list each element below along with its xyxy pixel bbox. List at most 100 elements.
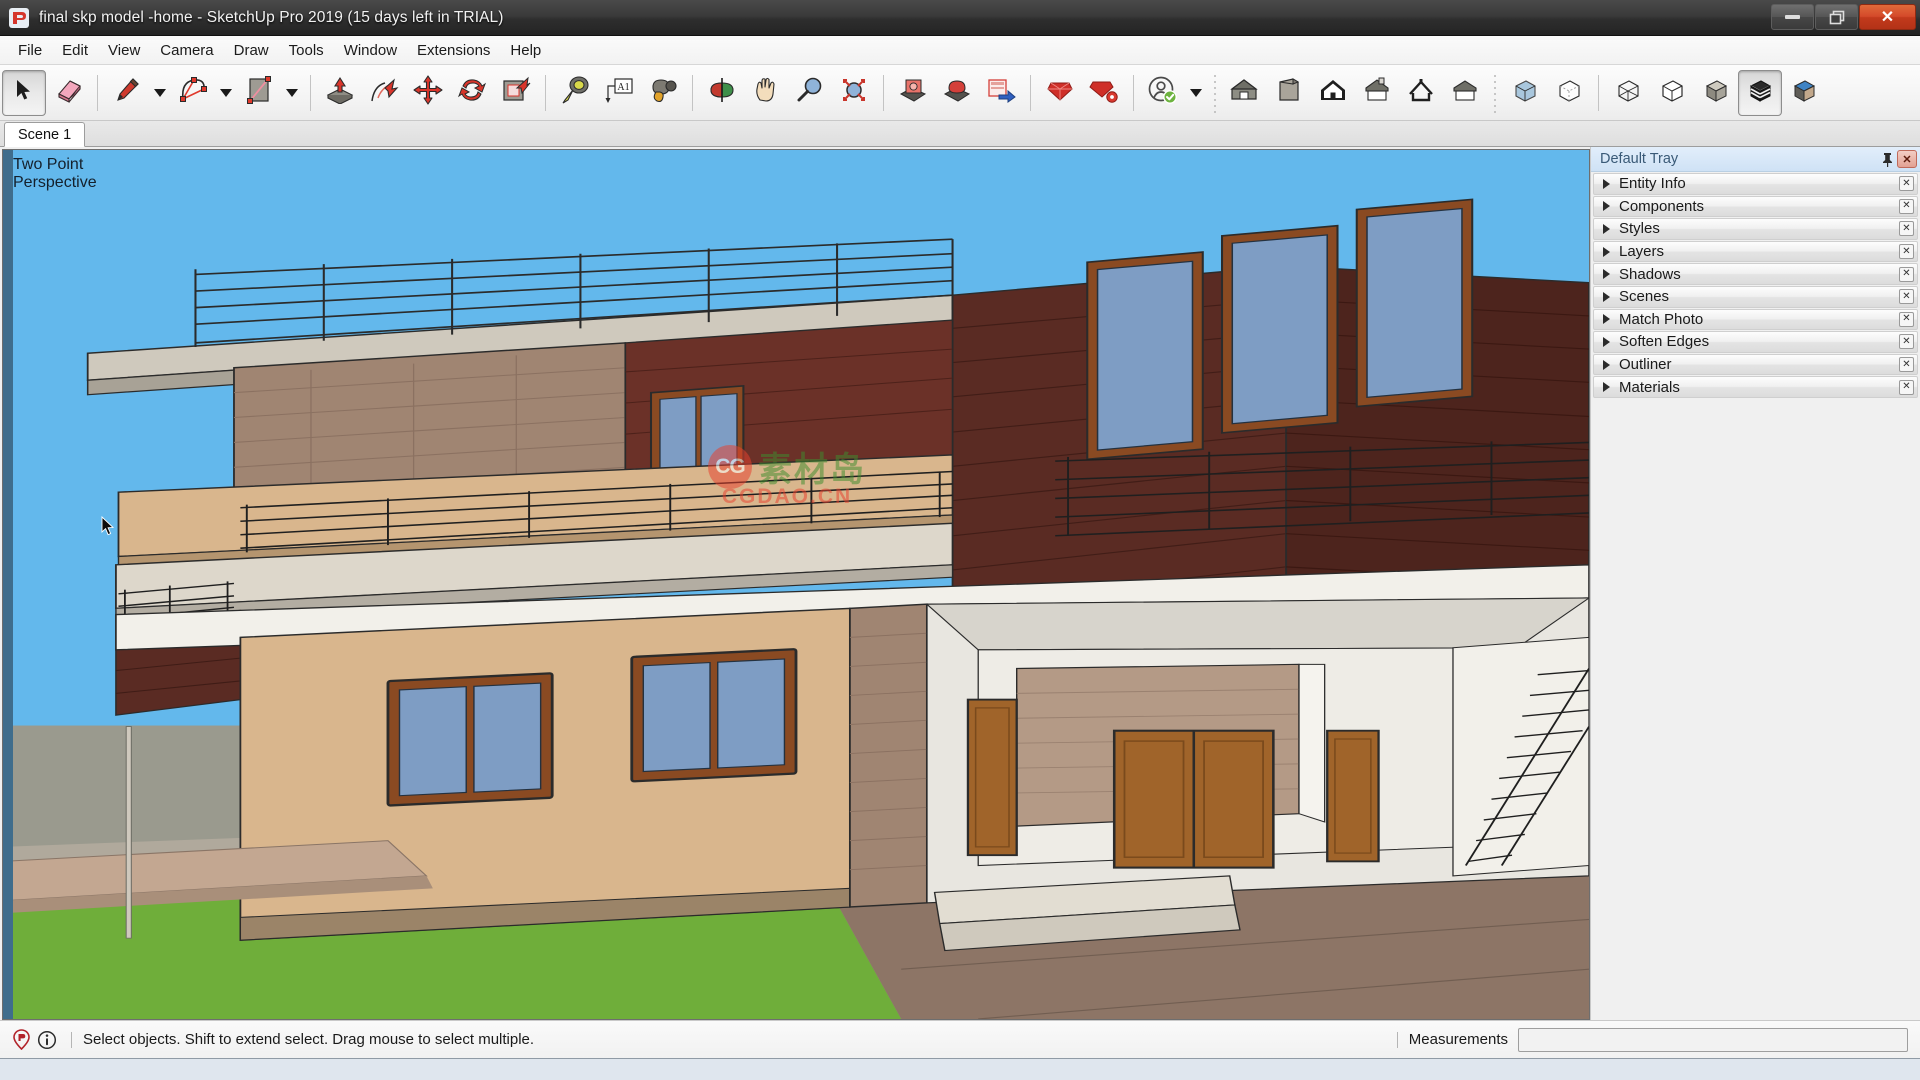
- tray-panel-entity-info[interactable]: Entity Info ✕: [1593, 173, 1918, 195]
- toolbar-grip[interactable]: [1213, 72, 1217, 113]
- orbit-tool-button[interactable]: [700, 70, 744, 116]
- view-right-button[interactable]: [1355, 70, 1399, 116]
- extension-warehouse-button[interactable]: [1038, 70, 1082, 116]
- menu-item-draw[interactable]: Draw: [224, 38, 279, 63]
- eraser-tool-button[interactable]: [46, 70, 90, 116]
- menu-item-camera[interactable]: Camera: [150, 38, 223, 63]
- tray-panel-styles[interactable]: Styles ✕: [1593, 218, 1918, 240]
- style-wireframe-button[interactable]: [1606, 70, 1650, 116]
- style-hiddenline-button[interactable]: [1650, 70, 1694, 116]
- text-tool-button[interactable]: A1: [597, 70, 641, 116]
- tape-measure-tool-button[interactable]: [553, 70, 597, 116]
- line-tool-button[interactable]: [105, 70, 149, 116]
- style-hiddenline-icon: [1657, 76, 1687, 109]
- arc-tool-button[interactable]: [171, 70, 215, 116]
- toolbar-group-principal: [2, 65, 90, 120]
- account-menu-dropdown[interactable]: [1185, 70, 1207, 116]
- menu-item-view[interactable]: View: [98, 38, 150, 63]
- view-front-button[interactable]: [1311, 70, 1355, 116]
- pin-icon[interactable]: [1877, 149, 1897, 169]
- rectangle-tool-button[interactable]: [237, 70, 281, 116]
- style-xray-button[interactable]: [1503, 70, 1547, 116]
- view-iso-button[interactable]: [1223, 70, 1267, 116]
- window-title: final skp model -home - SketchUp Pro 201…: [39, 8, 504, 26]
- tray-panel-close-icon[interactable]: ✕: [1899, 357, 1914, 373]
- menu-item-tools[interactable]: Tools: [279, 38, 334, 63]
- toolbar-group-extensions: [1038, 65, 1126, 120]
- chevron-right-icon: [1603, 359, 1610, 370]
- tray-panel-layers[interactable]: Layers ✕: [1593, 240, 1918, 263]
- toolbar-grip[interactable]: [1493, 72, 1497, 113]
- info-circle-icon[interactable]: [34, 1027, 60, 1053]
- chevron-down-icon: [220, 88, 232, 97]
- extension-manager-button[interactable]: [1082, 70, 1126, 116]
- toolbar-separator: [310, 74, 311, 111]
- rectangle-icon: [246, 76, 272, 109]
- view-back-icon: [1406, 76, 1436, 109]
- pan-tool-button[interactable]: [744, 70, 788, 116]
- style-backedges-button[interactable]: [1547, 70, 1591, 116]
- menu-item-edit[interactable]: Edit: [52, 38, 98, 63]
- model-viewport[interactable]: CG 素材岛 CGDAO.CN Two Point Perspective: [2, 149, 1590, 1020]
- menu-item-file[interactable]: File: [8, 38, 52, 63]
- sketchup-badge-icon[interactable]: [8, 1027, 34, 1053]
- view-back-button[interactable]: [1399, 70, 1443, 116]
- minimize-button[interactable]: [1771, 4, 1814, 30]
- zoom-extents-icon: [839, 76, 869, 109]
- tray-panel-close-icon[interactable]: ✕: [1899, 198, 1914, 214]
- style-shaded-button[interactable]: [1694, 70, 1738, 116]
- share-model-button[interactable]: [935, 70, 979, 116]
- restore-button[interactable]: [1815, 4, 1858, 30]
- paint-bucket-tool-button[interactable]: [641, 70, 685, 116]
- pan-hand-icon: [752, 76, 780, 109]
- chevron-down-icon: [1190, 88, 1202, 97]
- tray-panel-close-icon[interactable]: ✕: [1899, 244, 1914, 260]
- menu-item-help[interactable]: Help: [500, 38, 551, 63]
- toolbar-separator: [1598, 74, 1599, 111]
- tray-panel-close-icon[interactable]: ✕: [1899, 311, 1914, 327]
- tray-panel-close-icon[interactable]: ✕: [1899, 334, 1914, 350]
- select-tool-button[interactable]: [2, 69, 46, 116]
- chevron-right-icon: [1603, 291, 1610, 302]
- select-arrow-icon: [13, 78, 35, 107]
- style-shaded-textures-button[interactable]: [1738, 69, 1782, 116]
- tray-panel-soften-edges[interactable]: Soften Edges ✕: [1593, 331, 1918, 353]
- line-options-dropdown[interactable]: [149, 70, 171, 116]
- tray-panel-materials[interactable]: Materials ✕: [1593, 376, 1918, 398]
- view-left-button[interactable]: [1443, 70, 1487, 116]
- zoom-tool-button[interactable]: [788, 70, 832, 116]
- zoom-extents-button[interactable]: [832, 70, 876, 116]
- tray-panel-close-icon[interactable]: ✕: [1899, 379, 1914, 395]
- tray-panel-components[interactable]: Components ✕: [1593, 195, 1918, 218]
- measurements-input[interactable]: [1518, 1027, 1908, 1052]
- arc-options-dropdown[interactable]: [215, 70, 237, 116]
- get-models-button[interactable]: [891, 70, 935, 116]
- close-button[interactable]: ✕: [1859, 4, 1916, 30]
- view-top-button[interactable]: [1267, 70, 1311, 116]
- offset-tool-button[interactable]: [494, 70, 538, 116]
- toolbar-separator: [97, 74, 98, 111]
- offset-icon: [501, 76, 531, 109]
- follow-me-tool-button[interactable]: [362, 70, 406, 116]
- tray-panel-outliner[interactable]: Outliner ✕: [1593, 353, 1918, 376]
- scene-tab-scene-1[interactable]: Scene 1: [4, 122, 86, 147]
- menu-item-extensions[interactable]: Extensions: [407, 38, 500, 63]
- rotate-tool-button[interactable]: [450, 70, 494, 116]
- tray-panel-shadows[interactable]: Shadows ✕: [1593, 263, 1918, 285]
- tray-panel-close-icon[interactable]: ✕: [1899, 176, 1914, 192]
- tray-panel-scenes[interactable]: Scenes ✕: [1593, 285, 1918, 308]
- tray-panel-match-photo[interactable]: Match Photo ✕: [1593, 308, 1918, 331]
- tray-panel-close-icon[interactable]: ✕: [1899, 289, 1914, 305]
- tray-panel-close-icon[interactable]: ✕: [1899, 221, 1914, 237]
- push-pull-tool-button[interactable]: [318, 70, 362, 116]
- view-iso-icon: [1229, 76, 1261, 109]
- menu-item-window[interactable]: Window: [334, 38, 407, 63]
- user-account-button[interactable]: [1141, 70, 1185, 116]
- shape-options-dropdown[interactable]: [281, 70, 303, 116]
- tray-panel-close-icon[interactable]: ✕: [1899, 266, 1914, 282]
- style-monochrome-button[interactable]: [1782, 70, 1826, 116]
- tray-panel-label: Scenes: [1619, 288, 1670, 306]
- tray-close-button[interactable]: ✕: [1897, 150, 1917, 168]
- move-tool-button[interactable]: [406, 70, 450, 116]
- share-component-button[interactable]: [979, 70, 1023, 116]
